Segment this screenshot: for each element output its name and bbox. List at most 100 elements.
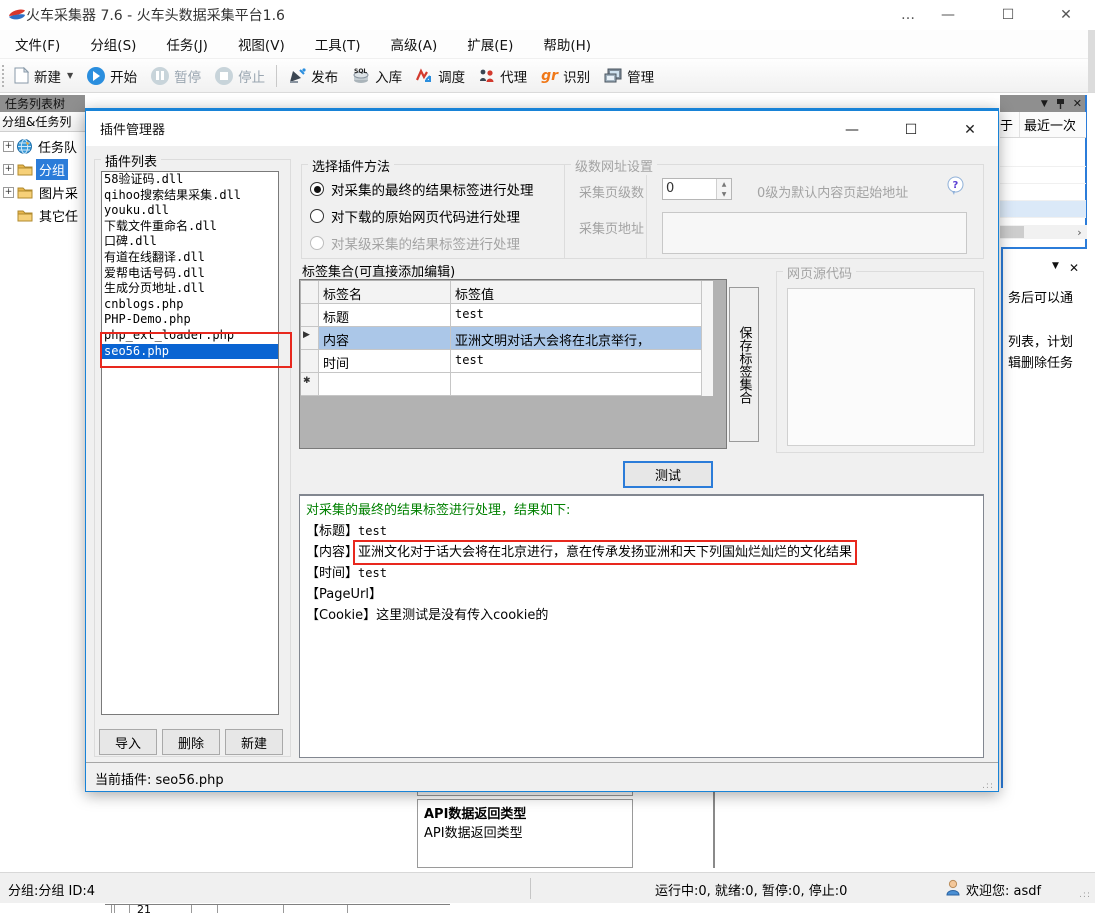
panel-close-icon[interactable]: ✕	[1073, 97, 1082, 110]
tree-column-header[interactable]: 分组&任务列	[0, 112, 85, 132]
dialog-minimize-button[interactable]: —	[828, 113, 876, 147]
dialog-resize-grip[interactable]: .::	[982, 781, 994, 791]
plugin-item[interactable]: cnblogs.php	[102, 297, 278, 313]
table-vertical-scrollbar[interactable]	[701, 281, 713, 396]
menubar: 文件(F) 分组(S) 任务(J) 视图(V) 工具(T) 高级(A) 扩展(E…	[0, 30, 1095, 59]
grid-col-lastrun[interactable]: 最近一次	[1020, 112, 1086, 137]
scrollbar-thumb[interactable]	[1000, 226, 1024, 238]
toolbar-proxy-button[interactable]: 代理	[472, 66, 534, 86]
folder-icon	[17, 209, 33, 222]
schedule-icon	[416, 68, 433, 84]
tree-item-task-queue[interactable]: + 任务队	[0, 135, 85, 158]
menu-tools[interactable]: 工具(T)	[300, 30, 376, 58]
toolbar-ocr-button[interactable]: gr 识别	[534, 66, 597, 86]
table-row-new[interactable]: ✱	[301, 373, 701, 396]
test-result-output[interactable]: 对采集的最终的结果标签进行处理，结果如下: 【标题】test 【内容】亚洲文化对…	[299, 494, 984, 758]
page-source-textarea[interactable]	[787, 288, 975, 446]
table-row[interactable]: 标题 test	[301, 304, 701, 327]
plugin-item[interactable]: 有道在线翻译.dll	[102, 250, 278, 266]
expand-icon[interactable]: +	[3, 187, 14, 198]
grid-col-partial[interactable]: 于	[1000, 112, 1020, 137]
menu-task[interactable]: 任务(J)	[151, 30, 223, 58]
import-button[interactable]: 导入	[99, 729, 157, 755]
window-divider	[713, 788, 715, 868]
resize-grip[interactable]: .::	[1079, 890, 1091, 900]
page-address-input[interactable]	[662, 212, 967, 254]
table-row[interactable]	[1000, 167, 1086, 184]
menu-help[interactable]: 帮助(H)	[528, 30, 606, 58]
column-header-tagvalue[interactable]: 标签值	[451, 281, 701, 304]
plugin-item[interactable]: PHP-Demo.php	[102, 312, 278, 328]
expand-icon[interactable]: +	[3, 141, 14, 152]
statusbar-run-counts: 运行中:0, 就绪:0, 暂停:0, 停止:0	[655, 880, 847, 899]
toolbar-start-button[interactable]: 开始	[80, 66, 144, 86]
plugin-item[interactable]: 58验证码.dll	[102, 172, 278, 188]
plugin-item[interactable]: 口碑.dll	[102, 234, 278, 250]
task-list-panel-header: ▼ ✕	[1000, 95, 1087, 112]
menu-advanced[interactable]: 高级(A)	[376, 30, 453, 58]
horizontal-scrollbar[interactable]: ›	[1000, 225, 1087, 239]
table-row[interactable]: 时间 test	[301, 350, 701, 373]
menu-file[interactable]: 文件(F)	[0, 30, 75, 58]
toolbar-publish-button[interactable]: 发布	[281, 66, 345, 86]
window-minimize-button[interactable]: —	[925, 0, 971, 30]
panel-pin-icon[interactable]	[1056, 98, 1065, 109]
dialog-close-button[interactable]: ✕	[946, 113, 994, 147]
menu-extend[interactable]: 扩展(E)	[452, 30, 528, 58]
proxy-icon	[479, 68, 495, 84]
tree-item-image-collect[interactable]: + 图片采	[0, 181, 85, 204]
dialog-title: 插件管理器	[100, 119, 165, 138]
grid-cell-value: 21	[137, 904, 151, 913]
radio-raw-html[interactable]: 对下载的原始网页代码进行处理	[310, 206, 520, 226]
toolbar-new-button[interactable]: 新建 ▼	[7, 66, 80, 86]
scroll-right-icon[interactable]: ›	[1072, 225, 1087, 239]
tree-item-other-tasks[interactable]: 其它任	[0, 204, 85, 227]
level-count-spinner[interactable]: 0 ▲▼	[662, 178, 732, 200]
tree-item-group[interactable]: + 分组	[0, 158, 85, 181]
expand-icon[interactable]: +	[3, 164, 14, 175]
radio-level-result[interactable]: 对某级采集的结果标签进行处理	[310, 233, 520, 253]
toolbar-stop-button[interactable]: 停止	[208, 66, 272, 86]
result-line: 【标题】test	[306, 521, 977, 542]
plugin-manager-dialog: 插件管理器 — ☐ ✕ 插件列表 58验证码.dll qihoo搜索结果采集.d…	[85, 108, 999, 792]
panel-close-icon[interactable]: ✕	[1069, 261, 1079, 275]
table-row-selected[interactable]: ▶ 内容 亚洲文明对话大会将在北京举行，	[301, 327, 701, 350]
level-count-value[interactable]: 0	[663, 179, 716, 199]
delete-button[interactable]: 删除	[162, 729, 220, 755]
chevron-down-icon[interactable]: ▼	[67, 71, 73, 80]
plugin-item[interactable]: 爱帮电话号码.dll	[102, 266, 278, 282]
save-tags-button[interactable]: 保存标签集合	[729, 287, 759, 442]
window-maximize-button[interactable]: ☐	[985, 0, 1031, 30]
api-tip-subtitle: API数据返回类型	[424, 822, 626, 841]
panel-dropdown-icon[interactable]: ▼	[1052, 261, 1059, 275]
panel-dropdown-icon[interactable]: ▼	[1041, 99, 1048, 109]
toolbar-schedule-button[interactable]: 调度	[409, 66, 472, 86]
plugin-item[interactable]: youku.dll	[102, 203, 278, 219]
radio-final-result[interactable]: 对采集的最终的结果标签进行处理	[310, 179, 534, 199]
toolbar-manage-button[interactable]: 管理	[597, 66, 661, 86]
plugin-item[interactable]: 下载文件重命名.dll	[102, 219, 278, 235]
column-header-tagname[interactable]: 标签名	[319, 281, 451, 304]
window-close-button[interactable]: ✕	[1043, 0, 1089, 30]
api-tip-title: API数据返回类型	[424, 803, 626, 822]
menu-view[interactable]: 视图(V)	[223, 30, 300, 58]
help-text: 辑删除任务	[1008, 352, 1073, 371]
plugin-item[interactable]: 生成分页地址.dll	[102, 281, 278, 297]
tags-table[interactable]: 标签名 标签值 标题 test ▶ 内容 亚洲文明对话大会将在北京举行， 时间 …	[299, 279, 727, 449]
plugin-item[interactable]: qihoo搜索结果采集.dll	[102, 188, 278, 204]
table-row[interactable]	[1000, 201, 1086, 218]
toolbar-pause-button[interactable]: 暂停	[144, 66, 208, 86]
spinner-arrows[interactable]: ▲▼	[716, 179, 731, 199]
toolbar-sql-import-button[interactable]: SQL 入库	[345, 66, 409, 86]
app-logo-icon	[8, 6, 26, 24]
table-row[interactable]	[1000, 184, 1086, 201]
dialog-maximize-button[interactable]: ☐	[887, 113, 935, 147]
edge-scrollbar[interactable]	[1088, 30, 1095, 92]
row-marker-icon: ▶	[301, 327, 319, 350]
plugin-list[interactable]: 58验证码.dll qihoo搜索结果采集.dll youku.dll 下载文件…	[101, 171, 279, 715]
new-button[interactable]: 新建	[225, 729, 283, 755]
test-button[interactable]: 测试	[623, 461, 713, 488]
menu-group[interactable]: 分组(S)	[75, 30, 151, 58]
help-balloon-icon[interactable]: ?	[946, 176, 965, 195]
table-row[interactable]	[1000, 150, 1086, 167]
